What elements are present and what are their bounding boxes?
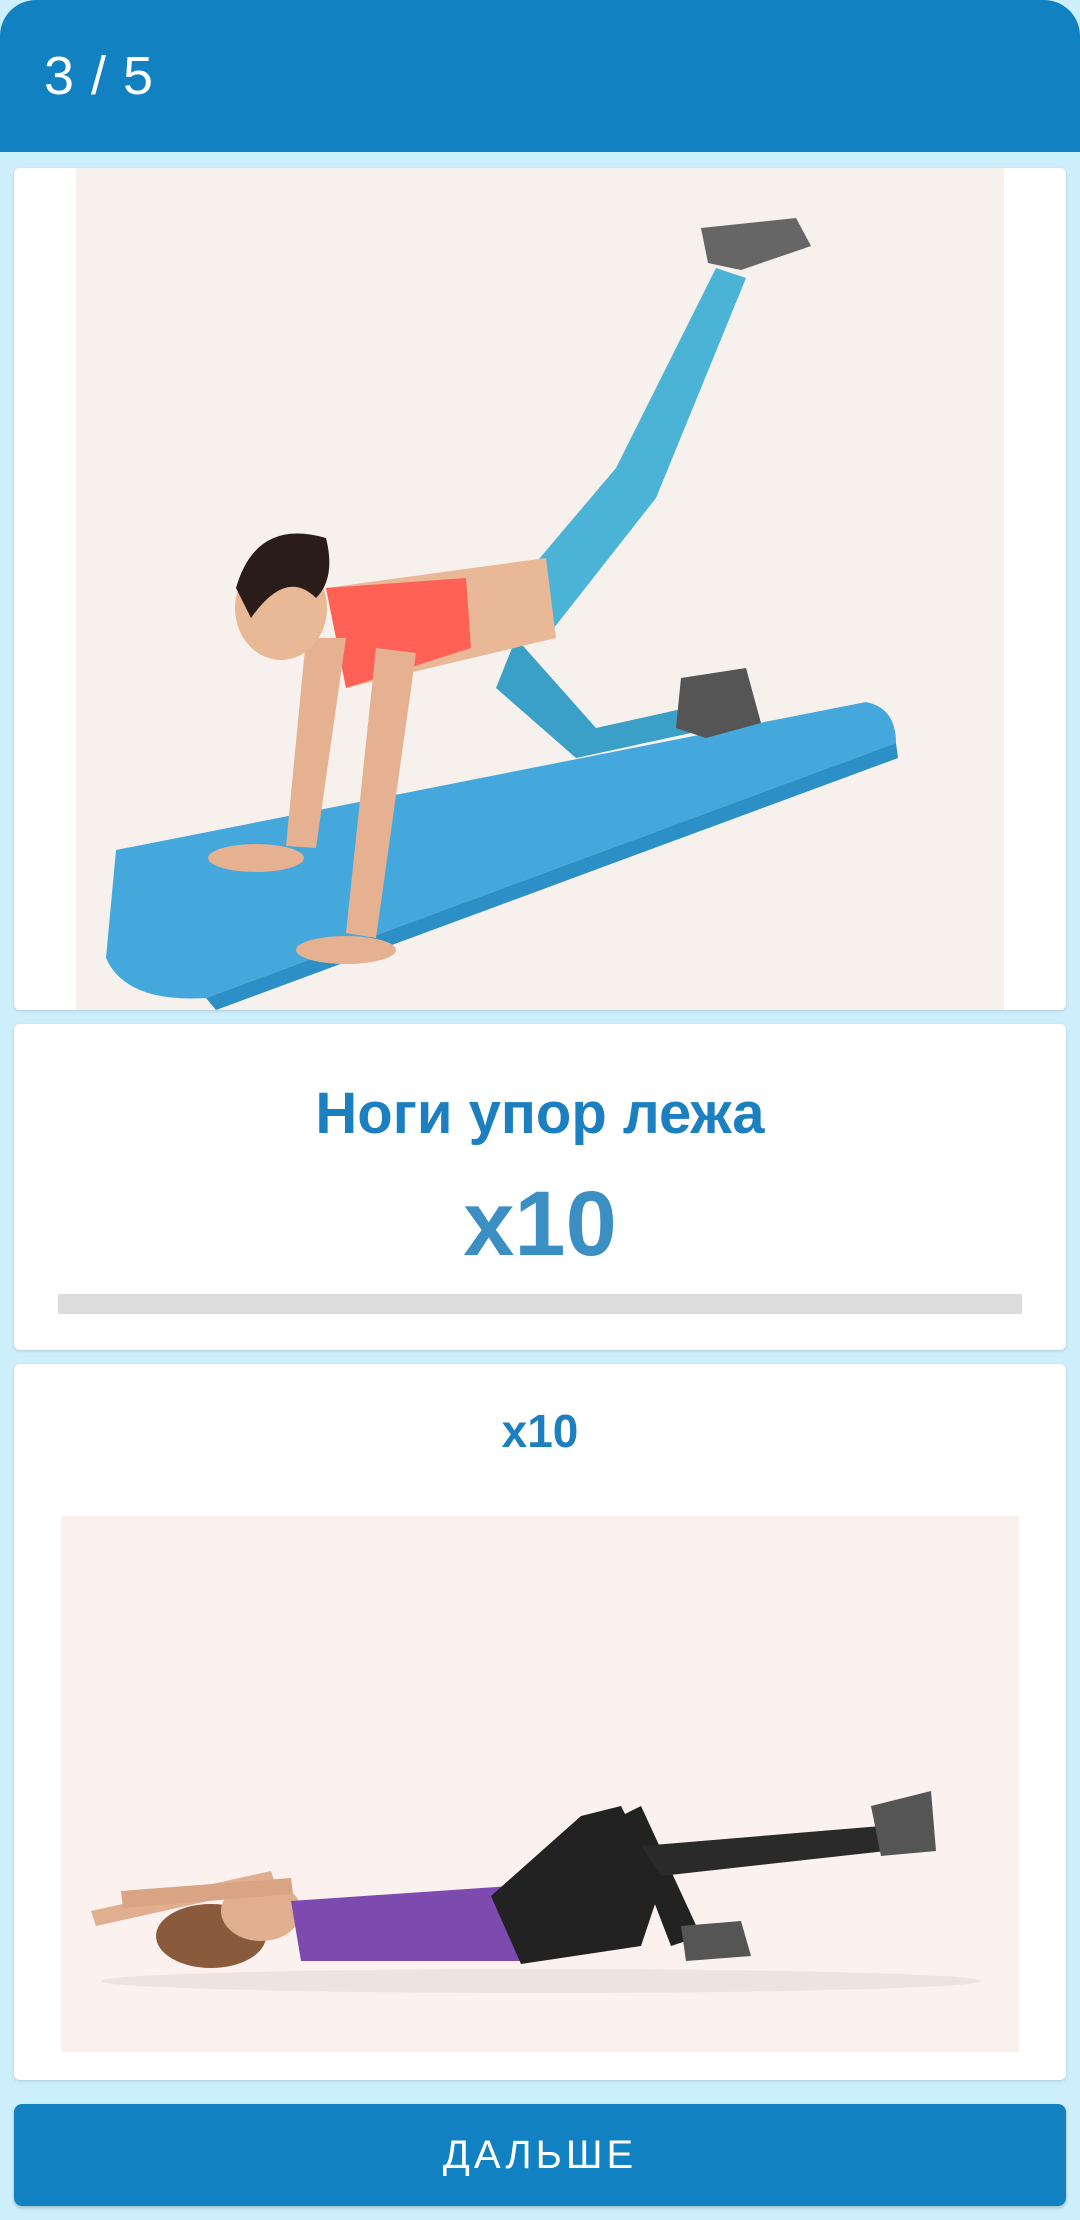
kneeling-kickback-figure xyxy=(106,218,898,1010)
top-bar: 3 / 5 xyxy=(0,0,1080,152)
exercise-illustration xyxy=(76,168,1004,1010)
next-button[interactable]: ДАЛЬШЕ xyxy=(14,2104,1066,2206)
next-exercise-card: x10 xyxy=(14,1364,1066,2080)
exercise-counter: 3 / 5 xyxy=(44,46,155,106)
next-exercise-reps: x10 xyxy=(501,1405,579,1457)
exercise-info-card: Ноги упор лежа x10 xyxy=(14,1024,1066,1350)
workout-screen: 3 / 5 Ноги упор лежа x10 x10 ДАЛЬШЕ xyxy=(0,0,1080,2220)
next-exercise-illustration xyxy=(61,1516,1019,2052)
exercise-name: Ноги упор лежа xyxy=(315,1081,765,1146)
exercise-reps: x10 xyxy=(463,1173,617,1275)
lying-leg-raise-figure xyxy=(91,1791,981,1993)
exercise-image-card xyxy=(14,168,1066,1010)
exercise-progress-bar xyxy=(58,1294,1022,1314)
